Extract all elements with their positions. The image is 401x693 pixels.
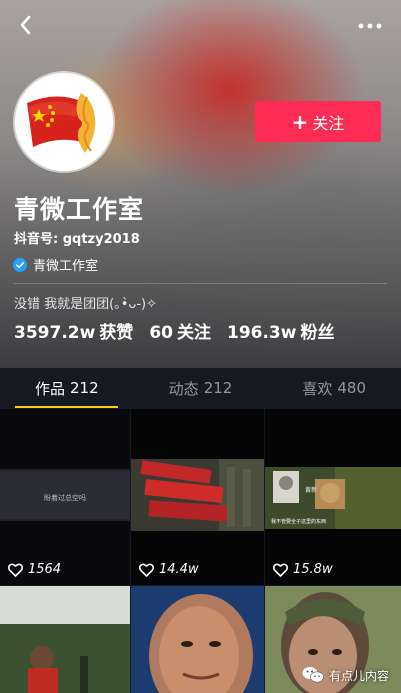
tab-works[interactable]: 作品 212	[0, 368, 134, 408]
watermark-text: 有点儿内容	[328, 668, 389, 683]
stat-likes-label: 获赞	[99, 323, 134, 343]
video-thumbnail-image	[131, 586, 264, 693]
cover-shade	[0, 0, 401, 368]
video-like-value: 1564	[28, 562, 62, 577]
video-subcaption: 我不管要全子这里的东西	[271, 518, 326, 525]
tab-works-count: 212	[70, 379, 99, 397]
video-grid: 盼着过总空吗 1564 14.4w 黄新 我不管要全子这里的东西 15.8w	[0, 409, 401, 693]
more-icon[interactable]	[355, 14, 385, 38]
video-caption: 黄新	[305, 486, 317, 494]
video-thumbnail[interactable]: 盼着过总空吗 1564	[0, 409, 130, 585]
wechat-icon	[302, 667, 324, 683]
video-caption: 盼着过总空吗	[44, 493, 86, 502]
video-thumbnail-image	[131, 409, 264, 585]
video-thumbnail[interactable]: 14.4w	[131, 409, 264, 585]
profile-name: 青微工作室	[14, 195, 145, 224]
follow-button-label: 关注	[312, 113, 345, 133]
video-thumbnail-image	[0, 586, 130, 693]
tab-activity[interactable]: 动态 212	[134, 368, 268, 408]
follow-button[interactable]: + 关注	[255, 101, 381, 142]
video-thumbnail-image: 盼着过总空吗	[0, 409, 130, 585]
profile-tabs: 作品 212 动态 212 喜欢 480	[0, 368, 401, 408]
verified-badge-icon	[13, 257, 27, 272]
stat-followers-value: 196.3w	[226, 323, 297, 343]
tab-works-label: 作品	[35, 379, 66, 398]
tab-likes-label: 喜欢	[302, 379, 333, 398]
profile-bio: 没错 我就是团团(｡•̀ᴗ-)✧	[14, 297, 157, 312]
stat-followers[interactable]: 196.3w 粉丝	[227, 318, 334, 343]
tab-activity-count: 212	[203, 379, 233, 397]
avatar-logo-icon	[15, 73, 113, 171]
heart-icon	[273, 563, 288, 577]
profile-divider	[14, 283, 387, 284]
stat-following-value: 60	[149, 323, 173, 343]
profile-handle: 抖音号: gqtzy2018	[14, 232, 140, 247]
video-like-value: 15.8w	[293, 562, 333, 577]
heart-icon	[139, 563, 154, 577]
plus-icon: +	[291, 109, 309, 134]
stat-likes[interactable]: 3597.2w 获赞	[14, 318, 133, 343]
tab-likes[interactable]: 喜欢 480	[267, 368, 401, 408]
video-thumbnail-image: 黄新 我不管要全子这里的东西	[265, 409, 401, 585]
verification-row: 青微工作室	[13, 255, 98, 274]
video-thumbnail[interactable]: 黄新 我不管要全子这里的东西 15.8w	[265, 409, 401, 585]
video-like-value: 14.4w	[159, 562, 199, 577]
avatar[interactable]	[15, 73, 113, 171]
heart-icon	[8, 563, 23, 577]
stat-followers-label: 粉丝	[300, 323, 335, 343]
tab-likes-count: 480	[337, 379, 366, 397]
back-icon[interactable]	[12, 10, 42, 40]
video-thumbnail[interactable]	[0, 586, 130, 693]
video-thumbnail[interactable]	[131, 586, 264, 693]
stat-following[interactable]: 60 关注	[149, 318, 211, 343]
profile-stats: 3597.2w 获赞 60 关注 196.3w 粉丝	[14, 318, 350, 343]
watermark: 有点儿内容	[302, 666, 389, 684]
stat-following-label: 关注	[176, 323, 211, 343]
stat-likes-value: 3597.2w	[14, 323, 96, 343]
verified-label: 青微工作室	[33, 259, 99, 274]
video-like-count: 1564	[8, 562, 61, 577]
video-like-count: 15.8w	[273, 562, 333, 577]
tab-activity-label: 动态	[168, 379, 199, 398]
video-like-count: 14.4w	[139, 562, 199, 577]
